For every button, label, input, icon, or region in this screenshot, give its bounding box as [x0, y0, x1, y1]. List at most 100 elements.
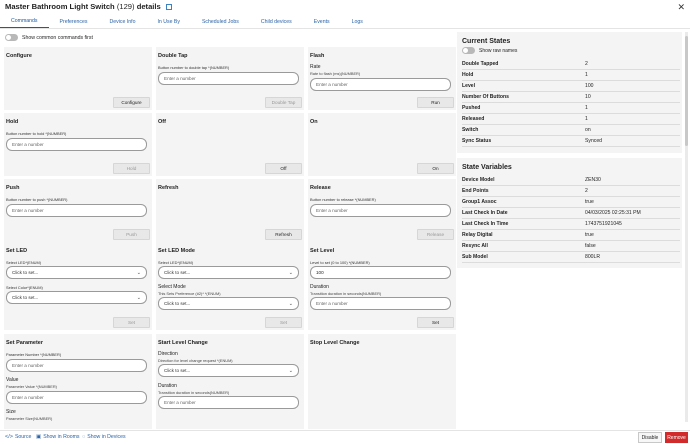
rooms-icon: ▣: [36, 434, 42, 440]
on-button[interactable]: On: [417, 163, 454, 174]
state-name: Pushed: [462, 105, 481, 111]
variable-value: true: [585, 232, 594, 238]
level-input[interactable]: 100: [310, 266, 451, 279]
raw-names-toggle[interactable]: [462, 47, 475, 54]
chevron-down-icon: ⌄: [288, 368, 293, 374]
variable-row: Relay Digital true: [462, 230, 680, 241]
push-button-number-input[interactable]: Enter a number: [6, 204, 147, 217]
scrollbar-thumb[interactable]: [685, 36, 688, 146]
select-value: Click to set...: [164, 270, 191, 275]
led-select[interactable]: Click to set... ⌄: [6, 266, 147, 279]
push-button[interactable]: Push: [113, 229, 150, 240]
hold-button[interactable]: Hold: [113, 163, 150, 174]
release-button-number-input[interactable]: Enter a number: [310, 204, 451, 217]
field-title: Duration: [310, 284, 329, 290]
state-name: Number Of Buttons: [462, 94, 509, 100]
tab-child-devices[interactable]: Child devices: [250, 15, 303, 28]
state-value: 1: [585, 105, 588, 111]
command-flash: Flash Rate Rate to flash (ms)(NUMBER) En…: [308, 47, 456, 110]
disable-button[interactable]: Disable: [638, 432, 662, 443]
state-row: Level 100: [462, 81, 680, 92]
command-title: Set LED Mode: [158, 248, 195, 254]
page-title: Master Bathroom Light Switch (129) detai…: [5, 2, 172, 11]
state-value: 1: [585, 116, 588, 122]
parameter-value-input[interactable]: Enter a number: [6, 391, 147, 404]
select-value: Click to set...: [12, 270, 39, 275]
select-value: Click to set...: [164, 301, 191, 306]
tab-scheduled-jobs[interactable]: Scheduled Jobs: [191, 15, 250, 28]
double-tap-button[interactable]: Double Tap: [265, 97, 302, 108]
state-value: 100: [585, 83, 594, 89]
tab-logs[interactable]: Logs: [341, 15, 374, 28]
tab-device-info[interactable]: Device Info: [99, 15, 147, 28]
show-raw-names: Show raw names: [462, 47, 517, 54]
variable-value: ZEN30: [585, 177, 601, 183]
device-name: Master Bathroom Light Switch: [5, 2, 115, 11]
configure-button[interactable]: Configure: [113, 97, 150, 108]
show-common-label: Show common commands first: [22, 34, 93, 41]
tab-events[interactable]: Events: [303, 15, 341, 28]
chevron-down-icon: ⌄: [288, 270, 293, 276]
state-row: Pushed 1: [462, 103, 680, 114]
command-title: Release: [310, 185, 331, 191]
state-name: Switch: [462, 127, 479, 133]
state-name: Released: [462, 116, 485, 122]
double-tap-button-number-input[interactable]: Enter a number: [158, 72, 299, 85]
command-on: On On: [308, 113, 456, 176]
source-link[interactable]: </> Source: [5, 434, 31, 440]
state-name: Double Tapped: [462, 61, 499, 67]
show-in-devices-link[interactable]: ◌ Show in Devices: [82, 434, 126, 440]
state-variables-title: State Variables: [462, 164, 512, 171]
command-push: Push Button number to push *(NUMBER) Ent…: [4, 179, 152, 242]
show-common-toggle[interactable]: [5, 34, 18, 41]
variable-row: Device Model ZEN30: [462, 175, 680, 186]
color-select[interactable]: Click to set... ⌄: [6, 291, 147, 304]
variable-row: Resync All false: [462, 241, 680, 252]
external-link-icon[interactable]: [165, 4, 172, 10]
variable-value: 04/03/2025 02:25:31 PM: [585, 210, 641, 216]
command-title: Stop Level Change: [310, 340, 360, 346]
level-duration-input[interactable]: Enter a number: [310, 297, 451, 310]
set-led-mode-button[interactable]: Set: [265, 317, 302, 328]
field-label: Rate to flash (ms)(NUMBER): [310, 71, 361, 76]
hold-button-number-input[interactable]: Enter a number: [6, 138, 147, 151]
field-label: Transition duration in seconds(NUMBER): [158, 390, 230, 395]
remove-button[interactable]: Remove: [665, 432, 688, 443]
raw-names-label: Show raw names: [479, 47, 518, 54]
parameter-number-input[interactable]: Enter a number: [6, 359, 147, 372]
run-button[interactable]: Run: [417, 97, 454, 108]
flash-rate-input[interactable]: Enter a number: [310, 78, 451, 91]
vertical-scrollbar[interactable]: [685, 32, 688, 422]
start-level-duration-input[interactable]: Enter a number: [158, 396, 299, 409]
release-button[interactable]: Release: [417, 229, 454, 240]
refresh-button[interactable]: Refresh: [265, 229, 302, 240]
field-label: Select LED*(ENUM): [158, 260, 194, 265]
field-label: Transition duration in seconds(NUMBER): [310, 291, 382, 296]
led-mode-led-select[interactable]: Click to set... ⌄: [158, 266, 299, 279]
state-row: Sync Status Synced: [462, 136, 680, 147]
field-label: Button number to release *(NUMBER): [310, 197, 376, 202]
field-label: Button number to hold *(NUMBER): [6, 131, 67, 136]
off-button[interactable]: Off: [265, 163, 302, 174]
field-label: This Sets Preference (#2)* *(ENUM): [158, 291, 221, 296]
tab-in-use-by[interactable]: In Use By: [146, 15, 191, 28]
state-variables-panel: State Variables Device Model ZEN30 End Po…: [457, 158, 682, 268]
set-level-button[interactable]: Set: [417, 317, 454, 328]
set-led-button[interactable]: Set: [113, 317, 150, 328]
tab-commands[interactable]: Commands: [0, 15, 49, 28]
chevron-down-icon: ⌄: [136, 295, 141, 301]
command-title: Refresh: [158, 185, 179, 191]
direction-select[interactable]: Click to set... ⌄: [158, 364, 299, 377]
command-set-parameter: Set Parameter Parameter Number *(NUMBER)…: [4, 334, 152, 429]
show-in-rooms-link[interactable]: ▣ Show in Rooms: [36, 434, 80, 440]
variable-value: 1743751921045: [585, 221, 622, 227]
command-hold: Hold Button number to hold *(NUMBER) Ent…: [4, 113, 152, 176]
state-row: Switch on: [462, 125, 680, 136]
variable-row: Group1 Assoc true: [462, 197, 680, 208]
led-mode-select[interactable]: Click to set... ⌄: [158, 297, 299, 310]
close-icon[interactable]: ✕: [677, 2, 685, 13]
tab-preferences[interactable]: Preferences: [49, 15, 99, 28]
field-label: Direction for level change request *(ENU…: [158, 358, 233, 363]
command-title: Flash: [310, 53, 325, 59]
field-label: Select Color*(ENUM): [6, 285, 43, 290]
